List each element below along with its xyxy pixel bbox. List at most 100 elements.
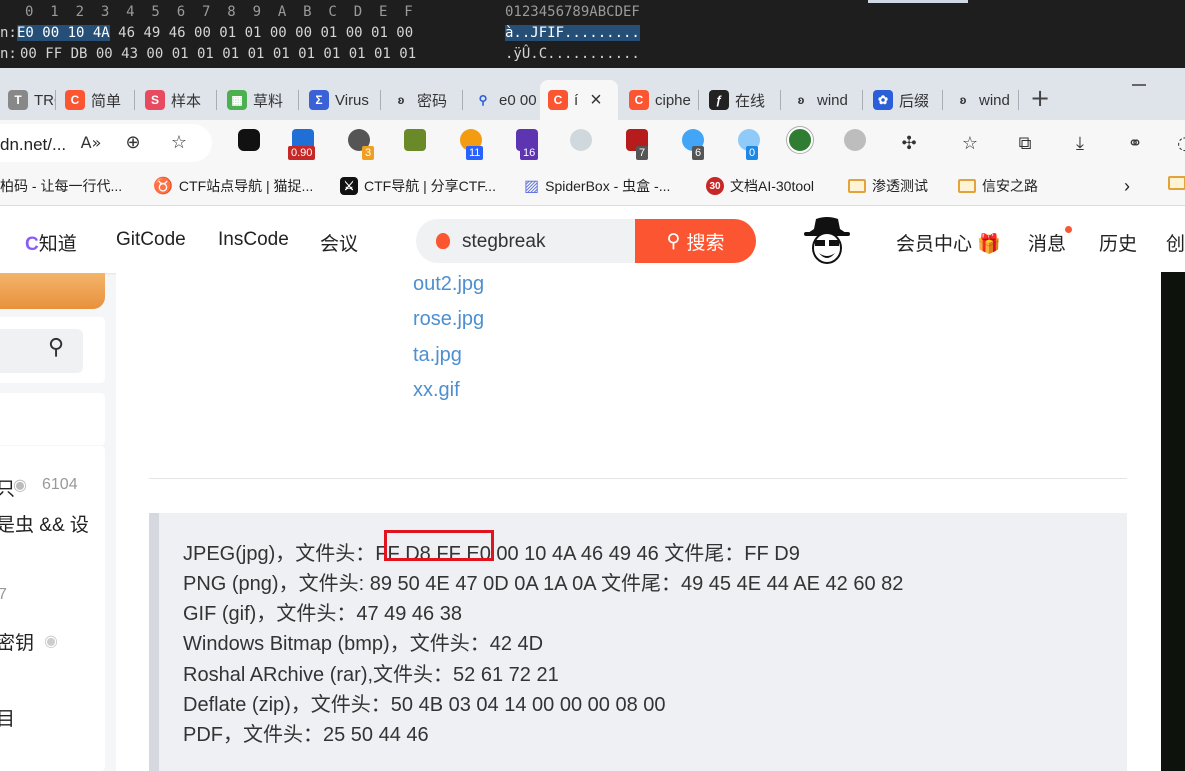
sidebar-search-card: ⚲ <box>0 317 105 383</box>
address-url[interactable]: dn.net/... <box>0 135 66 155</box>
tab-crypto[interactable]: ʚ 密码 <box>383 80 463 120</box>
download-icon[interactable]: ⤓ <box>1067 130 1093 156</box>
background-window-strip <box>1161 272 1185 771</box>
view-count: 6104 <box>42 476 78 493</box>
nav-vip-center[interactable]: 会员中心 🎁 <box>896 229 1001 256</box>
bookmark-label: 文档AI-30tool <box>730 178 815 194</box>
tab-sample[interactable]: S 样本 <box>137 80 217 120</box>
extension-icon[interactable] <box>404 129 426 151</box>
tab-virustotal[interactable]: Σ Virus <box>301 80 381 120</box>
hex-row-bytes[interactable]: E0 00 10 4A 46 49 46 00 01 01 00 00 01 0… <box>17 23 413 43</box>
tab-active-csdn[interactable]: C í × <box>540 80 618 120</box>
nav-gitcode[interactable]: GitCode <box>116 229 186 251</box>
bookmark-label: CTF导航 | 分享CTF... <box>364 178 496 194</box>
favorite-icon[interactable]: ☆ <box>166 129 192 155</box>
bookmark-item[interactable]: ⚔ CTF导航 | 分享CTF... <box>340 176 496 196</box>
profile-share-icon[interactable]: ⚭ <box>1122 130 1148 156</box>
zoom-icon[interactable]: ⊕ <box>120 129 146 155</box>
new-tab-button[interactable]: + <box>1030 84 1050 112</box>
bookmark-folder[interactable]: 信安之路 <box>958 176 1038 196</box>
extensions-puzzle-icon[interactable]: ✣ <box>896 130 922 156</box>
extension-icon[interactable] <box>238 129 260 151</box>
file-link[interactable]: xx.gif <box>413 379 460 402</box>
nav-inscode[interactable]: InsCode <box>218 229 289 251</box>
search-box[interactable]: stegbreak ⚲ 搜索 <box>416 219 756 263</box>
extension-badge: 6 <box>692 146 705 160</box>
30tool-icon: 30 <box>706 177 724 195</box>
minimize-icon[interactable] <box>1132 84 1146 86</box>
nav-messages[interactable]: 消息 <box>1028 229 1066 256</box>
eye-icon: ◉ <box>13 475 27 494</box>
quote-line: Windows Bitmap (bmp)，文件头：42 4D <box>183 633 544 655</box>
baidu-icon: ✿ <box>873 90 893 110</box>
hex-bytes[interactable]: 00 FF DB 00 43 00 01 01 01 01 01 01 01 0… <box>20 44 416 64</box>
folder-icon <box>958 179 976 193</box>
extension-badge: 16 <box>520 146 539 160</box>
hex-bytes[interactable]: 46 49 46 00 01 01 00 00 01 00 01 00 <box>118 25 413 41</box>
extension-icon[interactable] <box>844 129 866 151</box>
csdn-top-nav: C知道 GitCode InsCode 会议 stegbreak ⚲ 搜索 会员… <box>0 207 1185 273</box>
bookmarks-overflow-chevron-icon[interactable]: › <box>1124 176 1130 197</box>
tab-wind-1[interactable]: ʚ wind <box>783 80 863 120</box>
file-link[interactable]: out2.jpg <box>413 273 484 296</box>
spiderbox-icon: ▨ <box>524 178 540 195</box>
bookmark-item[interactable]: ▨ SpiderBox - 虫盒 -... <box>524 176 670 196</box>
bookmark-item[interactable]: ♉ CTF站点导航 | 猫捉... <box>153 176 313 196</box>
tab-suffix[interactable]: ✿ 后缀 <box>865 80 943 120</box>
bookmarks-bar: 柏码 - 让每一行代... ♉ CTF站点导航 | 猫捉... ⚔ CTF导航 … <box>0 166 1185 206</box>
tab-csdn-simple[interactable]: C 简单 <box>57 80 135 120</box>
tab-online[interactable]: ƒ 在线 <box>701 80 781 120</box>
nav-history[interactable]: 历史 <box>1099 229 1137 256</box>
tab-label: wind <box>979 91 1010 109</box>
tab-wind-2[interactable]: ʚ wind <box>945 80 1019 120</box>
file-link[interactable]: ta.jpg <box>413 344 462 367</box>
tab-caoliao[interactable]: ▦ 草料 <box>219 80 299 120</box>
tab-tron[interactable]: T TRON <box>0 80 56 120</box>
bookmark-label: SpiderBox - 虫盒 -... <box>545 178 671 194</box>
hex-ascii: FIF......... <box>538 25 640 41</box>
search-button[interactable]: ⚲ 搜索 <box>635 219 756 263</box>
bookmark-label: 柏码 - 让每一行代... <box>0 178 123 194</box>
globe-icon[interactable] <box>787 127 813 153</box>
close-icon[interactable]: × <box>590 89 602 112</box>
sidebar-search-input[interactable] <box>0 329 83 373</box>
sidebar-article-title[interactable]: 密钥 <box>0 628 34 655</box>
bookmark-folder[interactable]: 渗透测试 <box>848 176 928 196</box>
tab-search-e0[interactable]: ⚲ e0 00 <box>465 80 539 120</box>
tab-cipher[interactable]: C ciphe <box>621 80 699 120</box>
extension-icon[interactable] <box>570 129 592 151</box>
bookmark-item[interactable]: 30 文档AI-30tool <box>706 176 814 196</box>
more-icon[interactable]: ◌ <box>1172 130 1185 156</box>
nav-create[interactable]: 创 <box>1166 229 1185 256</box>
hex-row-label: n: <box>0 46 17 62</box>
browser-tab-bar: T TRON C 简单 S 样本 ▦ 草料 Σ Virus ʚ 密码 ⚲ e0 … <box>0 68 1185 120</box>
folder-icon <box>1168 176 1185 190</box>
folder-icon <box>848 179 866 193</box>
favorites-icon[interactable]: ☆ <box>957 130 983 156</box>
bookmark-label: 信安之路 <box>982 178 1038 194</box>
user-avatar[interactable] <box>802 215 852 267</box>
bookmark-label: 渗透测试 <box>872 178 928 194</box>
bookmark-item[interactable]: 柏码 - 让每一行代... <box>0 176 122 196</box>
tooth-icon: ♉ <box>153 178 173 195</box>
nav-zhidao[interactable]: C知道 <box>25 229 77 256</box>
collections-icon[interactable]: ⧉ <box>1012 130 1038 156</box>
hex-row-ascii: à..JFIF......... <box>505 23 640 43</box>
sidebar-article-title[interactable]: 目 <box>0 704 15 731</box>
hex-selected-bytes[interactable]: E0 00 10 4A <box>17 25 110 41</box>
sidebar-article-list: 只 ◉ 6104 是虫 && 设 7 密钥 ◉ 目 <box>0 446 105 771</box>
hex-header-columns: 0 1 2 3 4 5 6 7 8 9 A B C D E F <box>25 4 413 20</box>
hex-header-ascii: 0123456789ABCDEF <box>505 4 640 20</box>
search-input[interactable]: stegbreak <box>462 231 545 253</box>
extension-badge: 0 <box>746 146 759 160</box>
read-aloud-icon[interactable]: A» <box>78 129 104 155</box>
sidebar-count: 7 <box>0 586 7 603</box>
other-favorites-folder[interactable] <box>1168 176 1185 190</box>
search-icon[interactable]: ⚲ <box>48 335 64 360</box>
extension-badge: 3 <box>362 146 375 160</box>
crypto-icon: ʚ <box>397 93 405 107</box>
file-link[interactable]: rose.jpg <box>413 308 484 331</box>
nav-meeting[interactable]: 会议 <box>320 229 358 256</box>
sidebar-article-title[interactable]: 是虫 && 设 <box>0 510 89 537</box>
address-bar[interactable]: dn.net/... A» ⊕ ☆ <box>0 124 212 162</box>
